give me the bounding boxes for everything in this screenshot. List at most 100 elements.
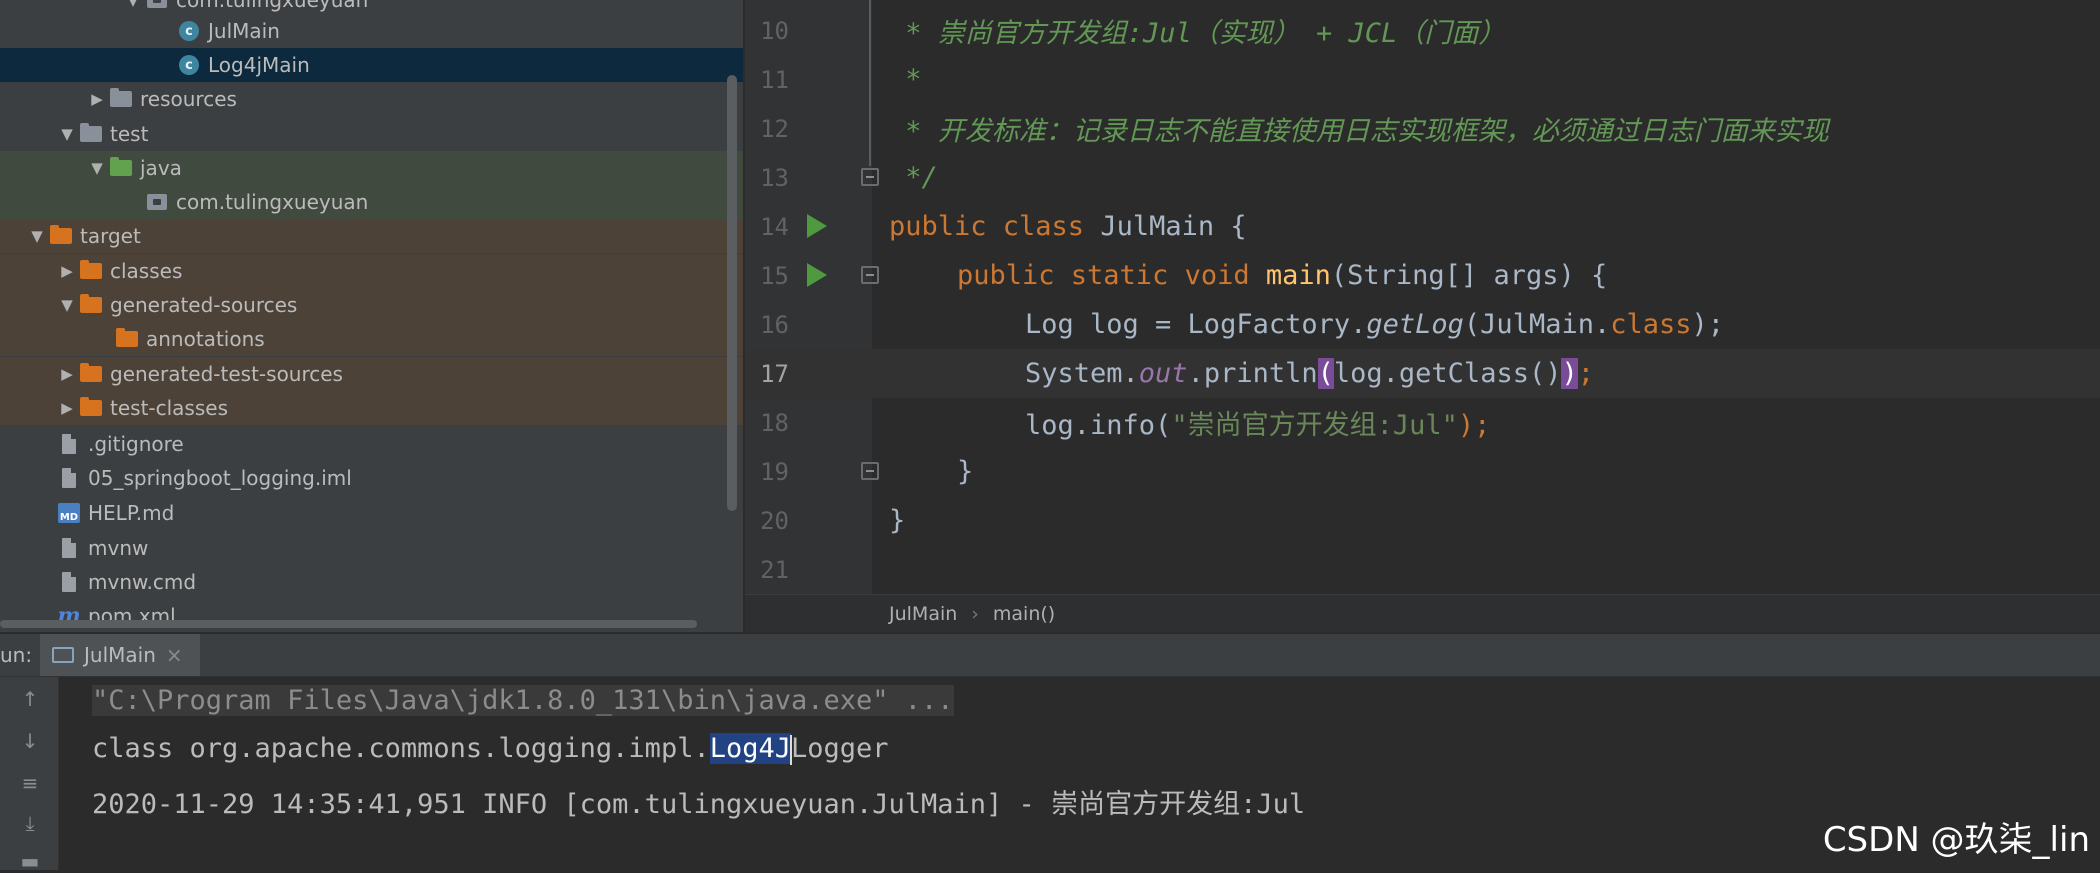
package-icon	[144, 0, 170, 11]
file-icon	[56, 467, 82, 489]
tree-horizontal-scrollbar[interactable]	[0, 620, 697, 628]
code-text: Log log = LogFactory.getLog(JulMain.clas…	[1025, 309, 1725, 340]
code-line-18[interactable]: 18 log.info("崇尚官方开发组:Jul");	[745, 398, 2100, 447]
excluded-folder-icon	[78, 260, 104, 282]
console-tools: ↑ ↓ ≡ ⤓ ▬	[0, 677, 59, 873]
expand-arrow-icon[interactable]: ▼	[56, 296, 78, 314]
file-icon	[56, 433, 82, 455]
package-icon	[144, 191, 170, 213]
close-icon[interactable]: ×	[166, 643, 183, 667]
tree-item-test-classes[interactable]: ▶ test-classes	[0, 391, 743, 425]
tree-item-gitignore[interactable]: .gitignore	[0, 427, 743, 461]
tree-item-generated-test-sources[interactable]: ▶ generated-test-sources	[0, 357, 743, 391]
line-number: 21	[760, 555, 789, 584]
code-line-14[interactable]: 14 public class JulMain {	[745, 202, 2100, 251]
project-tree: ▼ com.tulingxueyuan c JulMain c Log4jMai…	[0, 0, 743, 632]
tree-item-annotations[interactable]: annotations	[0, 322, 743, 356]
run-console[interactable]: ↑ ↓ ≡ ⤓ ▬ "C:\Program Files\Java\jdk1.8.…	[0, 677, 2100, 873]
excluded-folder-icon	[78, 397, 104, 419]
tree-item-resources[interactable]: ▶ resources	[0, 82, 743, 116]
expand-arrow-icon[interactable]: ▼	[26, 227, 48, 245]
breadcrumb-class[interactable]: JulMain	[889, 603, 957, 625]
console-line-log: 2020-11-29 14:35:41,951 INFO [com.tuling…	[92, 789, 1306, 820]
print-icon[interactable]: ▬	[18, 849, 42, 873]
tree-item-julmain[interactable]: c JulMain	[0, 14, 743, 48]
scroll-to-end-icon[interactable]: ⤓	[18, 811, 42, 835]
run-method-icon[interactable]	[807, 263, 827, 287]
test-source-folder-icon	[108, 157, 134, 179]
fold-icon[interactable]	[861, 168, 879, 186]
code-line-16[interactable]: 16 Log log = LogFactory.getLog(JulMain.c…	[745, 300, 2100, 349]
tree-item-generated-sources[interactable]: ▼ generated-sources	[0, 288, 743, 322]
collapse-arrow-icon[interactable]: ▶	[86, 90, 108, 108]
line-number: 17	[760, 359, 789, 388]
console-line-command: "C:\Program Files\Java\jdk1.8.0_131\bin\…	[92, 685, 954, 716]
code-text: */	[889, 162, 938, 193]
file-icon	[56, 537, 82, 559]
tree-item-iml[interactable]: 05_springboot_logging.iml	[0, 461, 743, 495]
code-text: *	[889, 64, 922, 95]
fold-icon[interactable]	[861, 266, 879, 284]
resources-folder-icon	[108, 88, 134, 110]
run-class-icon[interactable]	[807, 214, 827, 238]
soft-wrap-icon[interactable]: ≡	[18, 771, 42, 795]
collapse-arrow-icon[interactable]: ▶	[56, 399, 78, 417]
tree-item-mvnw[interactable]: mvnw	[0, 531, 743, 565]
class-icon: c	[176, 54, 202, 76]
code-line-13[interactable]: 13 */	[745, 153, 2100, 202]
excluded-folder-icon	[48, 225, 74, 247]
tree-vertical-scrollbar[interactable]	[727, 75, 737, 511]
arrow-up-icon[interactable]: ↑	[18, 687, 42, 711]
excluded-folder-icon	[78, 294, 104, 316]
code-text: public class JulMain {	[889, 211, 1247, 242]
breadcrumb-separator: ›	[971, 603, 979, 625]
fold-guide	[869, 0, 871, 166]
code-line-11[interactable]: 11 *	[745, 55, 2100, 104]
line-number: 20	[760, 506, 789, 535]
markdown-icon: MD	[56, 502, 82, 524]
excluded-folder-icon	[78, 363, 104, 385]
console-icon	[52, 647, 74, 663]
code-line-12[interactable]: 12 * 开发标准：记录日志不能直接使用日志实现框架，必须通过日志门面来实现	[745, 104, 2100, 153]
code-text: log.info("崇尚官方开发组:Jul");	[1025, 410, 1491, 441]
breadcrumb-method[interactable]: main()	[993, 603, 1055, 625]
expand-arrow-icon[interactable]: ▼	[56, 125, 78, 143]
line-number: 19	[760, 457, 789, 486]
tree-item-target[interactable]: ▼ target	[0, 219, 743, 253]
tree-item-help-md[interactable]: MD HELP.md	[0, 496, 743, 530]
code-text: System.out.println(log.getClass());	[1025, 358, 1594, 389]
tree-item-classes[interactable]: ▶ classes	[0, 254, 743, 288]
code-line-21[interactable]: 21	[745, 545, 2100, 594]
tree-item-log4jmain[interactable]: c Log4jMain	[0, 48, 743, 82]
code-line-19[interactable]: 19 }	[745, 447, 2100, 496]
code-line-20[interactable]: 20 }	[745, 496, 2100, 545]
arrow-down-icon[interactable]: ↓	[18, 729, 42, 753]
run-tab-label: JulMain	[84, 643, 156, 667]
tree-item-java[interactable]: ▼ java	[0, 151, 743, 185]
excluded-folder-icon	[114, 328, 140, 350]
run-toolbar: un: JulMain ×	[0, 634, 2100, 677]
run-tab-julmain[interactable]: JulMain ×	[40, 634, 200, 676]
code-line-10[interactable]: 10 * 崇尚官方开发组:Jul（实现） + JCL（门面）	[745, 6, 2100, 55]
expand-arrow-icon[interactable]: ▼	[86, 159, 108, 177]
tree-item-test[interactable]: ▼ test	[0, 117, 743, 151]
code-editor[interactable]: 10 * 崇尚官方开发组:Jul（实现） + JCL（门面） 11 * 12 *…	[745, 0, 2100, 632]
line-number: 11	[760, 65, 789, 94]
tree-item-test-package[interactable]: com.tulingxueyuan	[0, 185, 743, 219]
code-text: }	[957, 456, 974, 487]
expand-arrow-icon[interactable]: ▼	[122, 0, 144, 9]
code-text: * 崇尚官方开发组:Jul（实现） + JCL（门面）	[889, 18, 1506, 49]
tree-item-mvnw-cmd[interactable]: mvnw.cmd	[0, 565, 743, 599]
selected-text: Log4J	[709, 733, 791, 764]
line-number: 13	[760, 163, 789, 192]
class-icon: c	[176, 20, 202, 42]
collapse-arrow-icon[interactable]: ▶	[56, 365, 78, 383]
line-number: 15	[760, 261, 789, 290]
fold-icon[interactable]	[861, 462, 879, 480]
line-number: 18	[760, 408, 789, 437]
code-line-17-current[interactable]: 17 System.out.println(log.getClass());	[745, 349, 2100, 398]
folder-icon	[78, 123, 104, 145]
collapse-arrow-icon[interactable]: ▶	[56, 262, 78, 280]
console-line-class: class org.apache.commons.logging.impl.Lo…	[92, 733, 889, 765]
code-line-15[interactable]: 15 public static void main(String[] args…	[745, 251, 2100, 300]
